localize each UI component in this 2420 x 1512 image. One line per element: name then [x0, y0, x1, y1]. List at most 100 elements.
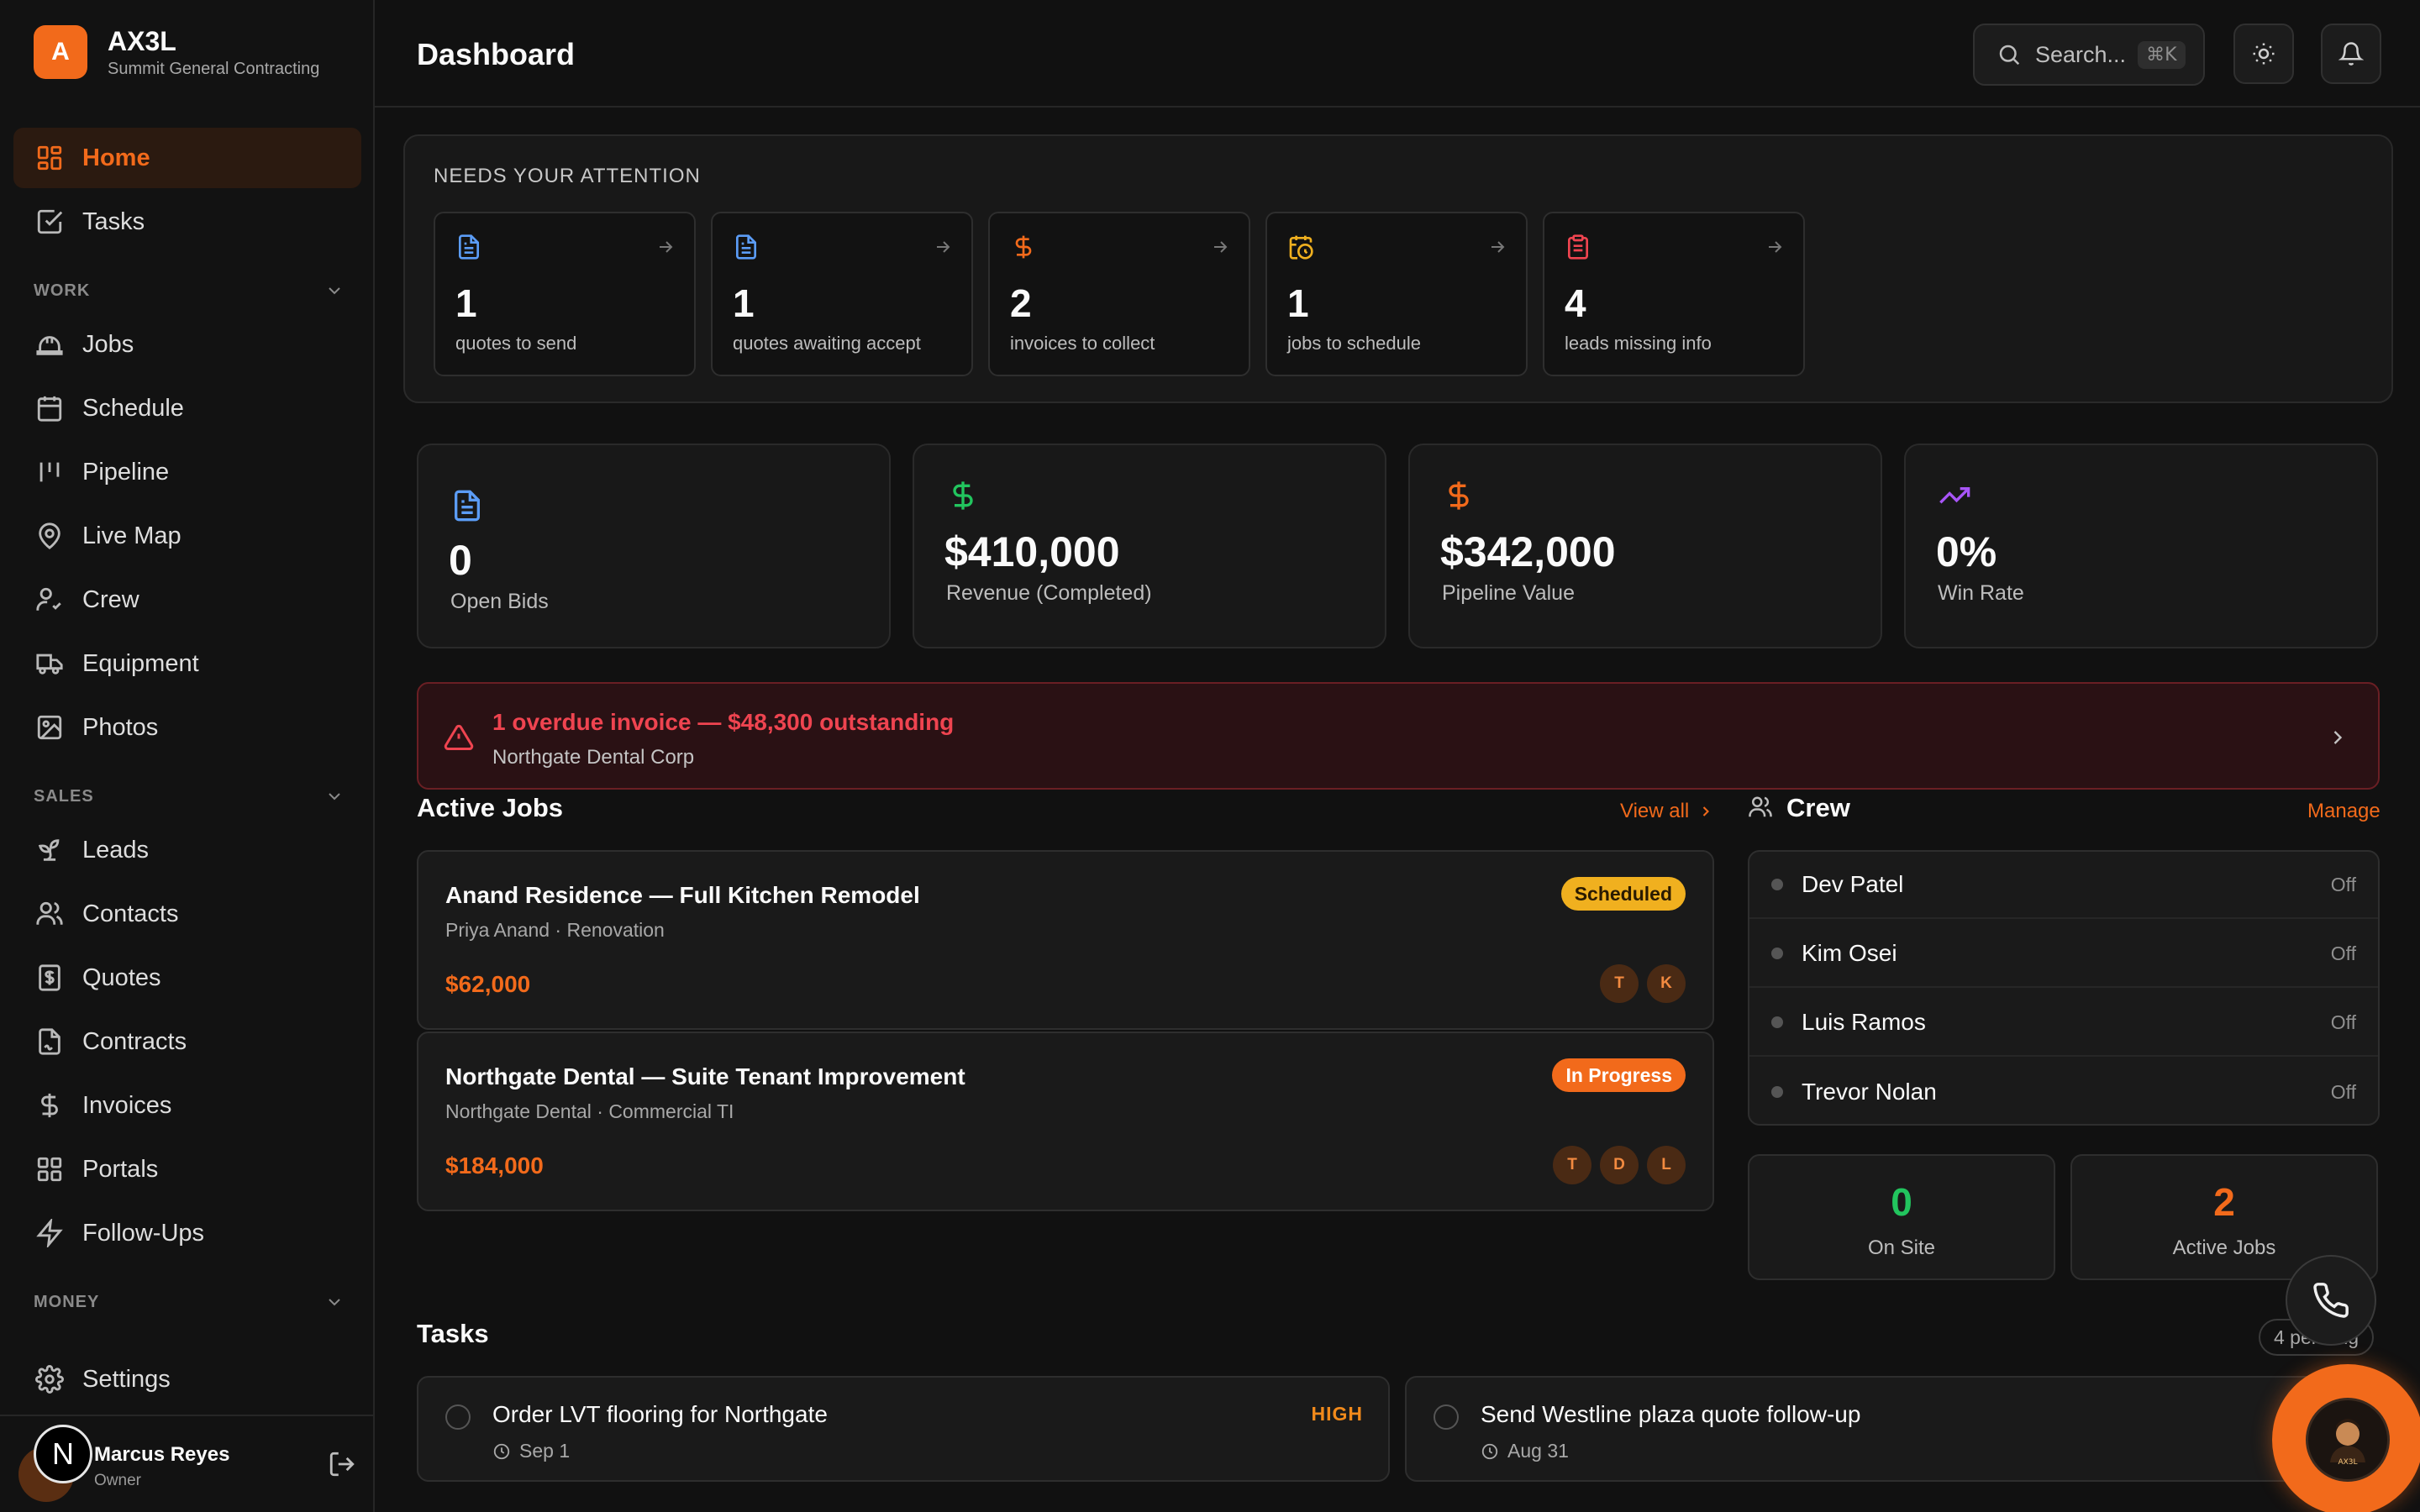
dollar-icon: [946, 479, 980, 512]
crew-status: Off: [2330, 1080, 2356, 1103]
attention-card-quotes-to-send[interactable]: 1 quotes to send: [434, 212, 696, 376]
grid-icon: [35, 1155, 64, 1184]
hard-hat-icon: [35, 330, 64, 359]
receipt-icon: [35, 963, 64, 992]
task-title: Send Westline plaza quote follow-up: [1481, 1401, 1861, 1427]
sidebar-item-follow-ups[interactable]: Follow-Ups: [13, 1203, 361, 1263]
status-badge: Scheduled: [1560, 877, 1686, 911]
attention-card-leads-missing-info[interactable]: 4 leads missing info: [1543, 212, 1805, 376]
attention-card-invoices-to-collect[interactable]: 2 invoices to collect: [988, 212, 1250, 376]
list-item[interactable]: Luis Ramos Off: [1749, 990, 2378, 1057]
task-card[interactable]: Order LVT flooring for Northgate Sep 1 H…: [417, 1376, 1390, 1482]
search-icon: [1996, 42, 2022, 67]
user-initial-badge[interactable]: N: [34, 1425, 92, 1483]
nav-section-work[interactable]: WORK: [34, 274, 345, 307]
assistant-avatar: AX3L: [2306, 1398, 2390, 1482]
sidebar-item-label: Live Map: [82, 522, 182, 549]
job-title: Anand Residence — Full Kitchen Remodel: [445, 882, 920, 908]
kpi-open-bids[interactable]: 0 Open Bids: [417, 444, 891, 648]
list-item[interactable]: Dev Patel Off: [1749, 852, 2378, 919]
theme-toggle-button[interactable]: [2233, 24, 2294, 84]
notifications-button[interactable]: [2321, 24, 2381, 84]
assigned-crew: T K: [1591, 964, 1686, 1003]
user-profile[interactable]: N Marcus Reyes Owner: [0, 1415, 373, 1512]
sidebar-item-contracts[interactable]: Contracts: [13, 1011, 361, 1072]
view-all-jobs-link[interactable]: View all: [1620, 800, 1714, 823]
sidebar-item-label: Portals: [82, 1155, 159, 1183]
sidebar-item-quotes[interactable]: Quotes: [13, 948, 361, 1008]
overdue-invoice-alert[interactable]: 1 overdue invoice — $48,300 outstanding …: [417, 682, 2380, 790]
sidebar-item-schedule[interactable]: Schedule: [13, 378, 361, 438]
ai-assistant-button[interactable]: AX3L: [2272, 1364, 2420, 1512]
kpi-win-rate[interactable]: 0% Win Rate: [1904, 444, 2378, 648]
sidebar-item-live-map[interactable]: Live Map: [13, 506, 361, 566]
calendar-icon: [35, 394, 64, 423]
view-all-label: View all: [1620, 800, 1690, 822]
task-due-date: Sep 1: [492, 1440, 570, 1462]
nav-section-money[interactable]: MONEY: [34, 1285, 345, 1319]
kpi-value: $410,000: [944, 528, 1120, 575]
job-card[interactable]: Northgate Dental — Suite Tenant Improvem…: [417, 1032, 1714, 1211]
nav-section-sales[interactable]: SALES: [34, 780, 345, 813]
brand[interactable]: A AX3L Summit General Contracting: [34, 25, 319, 79]
task-card[interactable]: Send Westline plaza quote follow-up Aug …: [1405, 1376, 2378, 1482]
sidebar-item-contacts[interactable]: Contacts: [13, 884, 361, 944]
attention-title: NEEDS YOUR ATTENTION: [434, 165, 701, 187]
sidebar-item-settings[interactable]: Settings: [13, 1349, 361, 1410]
sidebar-item-invoices[interactable]: Invoices: [13, 1075, 361, 1136]
sidebar-item-tasks[interactable]: Tasks: [13, 192, 361, 252]
avatar: T: [1600, 964, 1639, 1003]
manage-crew-link[interactable]: Manage: [2307, 800, 2381, 823]
crew-status: Off: [2330, 942, 2356, 964]
attention-card-jobs-to-schedule[interactable]: 1 jobs to schedule: [1265, 212, 1528, 376]
attention-label: leads missing info: [1565, 333, 1712, 354]
trending-up-icon: [1938, 479, 1971, 512]
kpi-pipeline-value[interactable]: $342,000 Pipeline Value: [1408, 444, 1882, 648]
map-pin-icon: [35, 522, 64, 550]
page-title: Dashboard: [417, 37, 576, 71]
search-input[interactable]: Search... ⌘K: [1973, 24, 2205, 86]
logout-icon[interactable]: [328, 1450, 356, 1478]
dollar-icon: [1442, 479, 1476, 512]
chevron-right-icon: [1689, 803, 1714, 820]
attention-card-quotes-awaiting[interactable]: 1 quotes awaiting accept: [711, 212, 973, 376]
task-checkbox[interactable]: [1434, 1404, 1459, 1430]
list-item[interactable]: Trevor Nolan Off: [1749, 1058, 2378, 1124]
nav-section-label: WORK: [34, 281, 91, 300]
sidebar-item-label: Invoices: [82, 1091, 172, 1119]
job-amount: $62,000: [445, 971, 531, 997]
stat-value: 2: [2213, 1180, 2235, 1224]
crew-status: Off: [2330, 1011, 2356, 1033]
sidebar-item-equipment[interactable]: Equipment: [13, 633, 361, 694]
clock-icon: [1481, 1442, 1507, 1461]
sidebar-item-label: Leads: [82, 836, 150, 864]
sidebar-item-leads[interactable]: Leads: [13, 820, 361, 880]
list-item[interactable]: Kim Osei Off: [1749, 921, 2378, 988]
job-card[interactable]: Anand Residence — Full Kitchen Remodel P…: [417, 850, 1714, 1030]
checkbox-icon: [35, 207, 64, 236]
sidebar-item-portals[interactable]: Portals: [13, 1139, 361, 1200]
attention-count: 1: [455, 281, 477, 325]
alert-subtitle: Northgate Dental Corp: [492, 746, 695, 769]
bell-icon: [2338, 41, 2364, 66]
sidebar-item-label: Equipment: [82, 649, 199, 677]
kpi-value: $342,000: [1440, 528, 1616, 575]
sidebar-item-jobs[interactable]: Jobs: [13, 314, 361, 375]
clock-icon: [492, 1442, 519, 1461]
user-check-icon: [35, 585, 64, 614]
kpi-label: Open Bids: [450, 590, 549, 613]
sidebar-item-pipeline[interactable]: Pipeline: [13, 442, 361, 502]
call-button[interactable]: [2286, 1255, 2376, 1346]
chevron-down-icon: [324, 1292, 345, 1312]
sidebar-item-label: Contacts: [82, 900, 179, 927]
sidebar-item-label: Photos: [82, 713, 159, 741]
sidebar-item-photos[interactable]: Photos: [13, 697, 361, 758]
task-checkbox[interactable]: [445, 1404, 471, 1430]
status-dot: [1771, 1016, 1783, 1028]
sidebar-item-home[interactable]: Home: [13, 128, 361, 188]
crew-status: Off: [2330, 873, 2356, 895]
avatar: T: [1553, 1146, 1591, 1184]
kpi-revenue-completed[interactable]: $410,000 Revenue (Completed): [913, 444, 1386, 648]
phone-icon: [2312, 1281, 2350, 1320]
sidebar-item-crew[interactable]: Crew: [13, 570, 361, 630]
